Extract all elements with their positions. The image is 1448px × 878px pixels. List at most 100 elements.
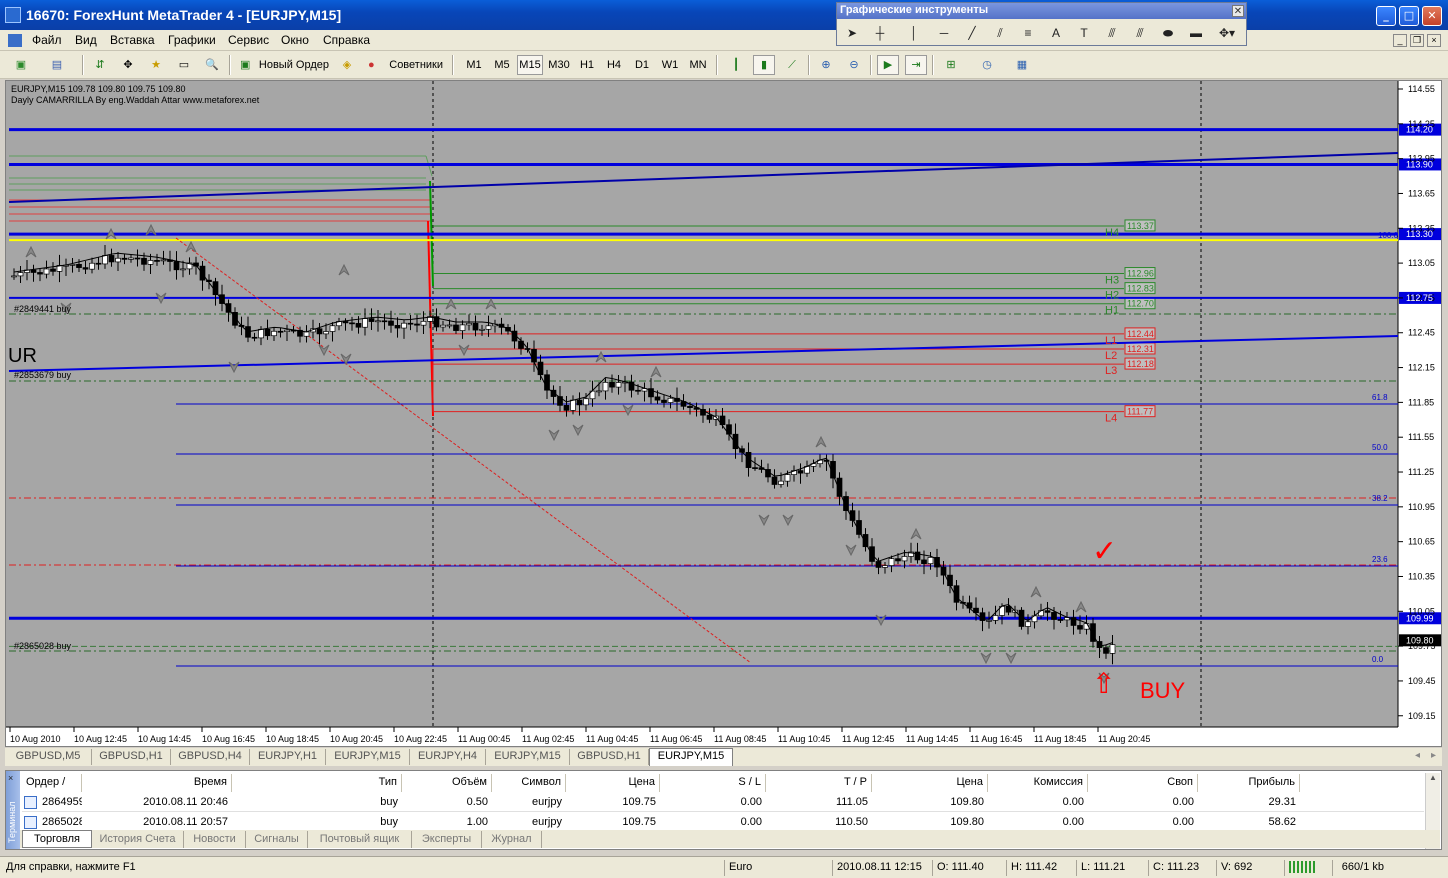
- chart-tab[interactable]: GBPUSD,M5: [5, 749, 92, 765]
- crosshair-icon[interactable]: ┼: [869, 23, 891, 43]
- channel-icon[interactable]: ⫽: [989, 23, 1011, 43]
- menu-help[interactable]: Справка: [323, 33, 370, 47]
- experts-button[interactable]: ● Советники: [364, 55, 446, 75]
- zoom-in-icon[interactable]: ⊕: [815, 55, 837, 75]
- ellipse-icon[interactable]: ⬬: [1157, 23, 1179, 43]
- maximize-button[interactable]: □: [1399, 6, 1419, 26]
- mdi-restore-button[interactable]: ❐: [1410, 34, 1424, 47]
- menu-charts[interactable]: Графики: [168, 33, 216, 47]
- fibo-fan-icon[interactable]: ⫻: [1101, 23, 1123, 43]
- close-button[interactable]: ✕: [1422, 6, 1442, 26]
- chart-tab[interactable]: EURJPY,M15: [486, 749, 570, 765]
- cursor-icon[interactable]: ➤: [841, 23, 863, 43]
- tab-signals[interactable]: Сигналы: [246, 831, 308, 848]
- column-header[interactable]: Прибыль: [1198, 774, 1300, 792]
- profiles-icon[interactable]: ▤: [46, 55, 68, 75]
- candle-bear: [895, 558, 901, 562]
- column-header[interactable]: Цена: [566, 774, 660, 792]
- column-header[interactable]: T / P: [766, 774, 872, 792]
- text-icon[interactable]: A: [1045, 23, 1067, 43]
- market-watch-icon[interactable]: ⇵: [89, 55, 111, 75]
- menu-view[interactable]: Вид: [75, 33, 97, 47]
- column-header[interactable]: Ордер /: [22, 774, 82, 792]
- candlestick-icon[interactable]: ▮: [753, 55, 775, 75]
- chart-tab-active[interactable]: EURJPY,M15: [649, 748, 733, 766]
- tab-experts[interactable]: Эксперты: [412, 831, 482, 848]
- chart-tab[interactable]: EURJPY,H4: [410, 749, 486, 765]
- timeframe-m15[interactable]: M15: [517, 55, 543, 75]
- candle-bull: [459, 324, 466, 331]
- bar-chart-icon[interactable]: ┃: [725, 55, 747, 75]
- menu-tools[interactable]: Сервис: [228, 33, 269, 47]
- column-header[interactable]: Своп: [1088, 774, 1198, 792]
- vertical-line-icon[interactable]: │: [903, 23, 925, 43]
- tab-account-history[interactable]: История Счета: [92, 831, 184, 848]
- chart-tab[interactable]: EURJPY,M15: [326, 749, 410, 765]
- column-header[interactable]: Комиссия: [988, 774, 1088, 792]
- column-header[interactable]: Цена: [872, 774, 988, 792]
- menu-window[interactable]: Окно: [281, 33, 309, 47]
- autoscroll-icon[interactable]: ▶: [877, 55, 899, 75]
- fib-level-label: 23.6: [1372, 555, 1388, 564]
- metaeditor-icon[interactable]: ◈: [336, 55, 358, 75]
- tab-journal[interactable]: Журнал: [482, 831, 542, 848]
- arrows-dropdown-icon[interactable]: ✥▾: [1213, 23, 1241, 43]
- chart-tab[interactable]: GBPUSD,H1: [570, 749, 649, 765]
- zoom-out-icon[interactable]: ⊖: [843, 55, 865, 75]
- terminal-close-icon[interactable]: ×: [8, 773, 13, 783]
- timeframe-m5[interactable]: M5: [490, 55, 514, 75]
- price-chart[interactable]: 114.55 114.25 113.95 113.65 113.35 113.05 112.…: [5, 80, 1442, 747]
- tab-mailbox[interactable]: Почтовый ящик: [308, 831, 412, 848]
- menu-insert[interactable]: Вставка: [110, 33, 155, 47]
- templates-icon[interactable]: ▦: [1011, 55, 1033, 75]
- timeframe-m1[interactable]: M1: [462, 55, 486, 75]
- price-axis-label: 109.45: [1408, 676, 1436, 686]
- column-header[interactable]: S / L: [660, 774, 766, 792]
- scroll-up-icon[interactable]: ▲: [1426, 773, 1440, 782]
- graphic-tools-close-icon[interactable]: ✕: [1232, 5, 1244, 17]
- candle-bear: [661, 399, 667, 403]
- chart-tab[interactable]: GBPUSD,H4: [171, 749, 250, 765]
- line-chart-icon[interactable]: ⟋: [781, 55, 803, 75]
- trendline-icon[interactable]: ╱: [961, 23, 983, 43]
- timeframe-w1[interactable]: W1: [658, 55, 682, 75]
- column-header[interactable]: Символ: [492, 774, 566, 792]
- minimize-button[interactable]: _: [1376, 6, 1396, 26]
- navigator-icon[interactable]: ★: [145, 55, 167, 75]
- column-header[interactable]: Объём: [402, 774, 492, 792]
- fibo-arcs-icon[interactable]: ⫻: [1129, 23, 1151, 43]
- terminal-icon[interactable]: ▭: [173, 55, 195, 75]
- chart-canvas[interactable]: 114.55114.25113.95113.65113.35113.05112.…: [6, 81, 1441, 746]
- tab-scroll-right-icon[interactable]: ▸: [1431, 750, 1436, 761]
- timeframe-h1[interactable]: H1: [575, 55, 599, 75]
- text-label-icon[interactable]: T: [1073, 23, 1095, 43]
- timeframe-h4[interactable]: H4: [602, 55, 626, 75]
- indicators-icon[interactable]: ⊞: [940, 55, 962, 75]
- tab-trade[interactable]: Торговля: [22, 830, 92, 848]
- tab-scroll-left-icon[interactable]: ◂: [1415, 750, 1420, 761]
- column-header[interactable]: Тип: [232, 774, 402, 792]
- fibonacci-icon[interactable]: ≡: [1017, 23, 1039, 43]
- chart-tab[interactable]: EURJPY,H1: [250, 749, 326, 765]
- chart-shift-icon[interactable]: ⇥: [905, 55, 927, 75]
- tab-news[interactable]: Новости: [184, 831, 246, 848]
- chart-tab[interactable]: GBPUSD,H1: [92, 749, 171, 765]
- main-toolbar: ▣ ▤ ⇵ ✥ ★ ▭ 🔍 ▣ Новый Ордер ◈ ● Советники …: [0, 51, 1448, 79]
- price-axis-label: 109.15: [1408, 711, 1436, 721]
- candle-bull: [323, 331, 329, 335]
- rectangle-icon[interactable]: ▬: [1185, 23, 1207, 43]
- new-chart-icon[interactable]: ▣: [10, 55, 32, 75]
- new-order-button[interactable]: ▣ Новый Ордер: [236, 55, 332, 75]
- menu-file[interactable]: Файл: [32, 33, 62, 47]
- mdi-close-button[interactable]: ×: [1427, 34, 1441, 47]
- timeframe-m30[interactable]: M30: [546, 55, 572, 75]
- horizontal-line-icon[interactable]: ─: [933, 23, 955, 43]
- data-window-icon[interactable]: ✥: [117, 55, 139, 75]
- periods-icon[interactable]: ◷: [976, 55, 998, 75]
- timeframe-mn[interactable]: MN: [686, 55, 710, 75]
- tester-icon[interactable]: 🔍: [201, 55, 223, 75]
- column-header[interactable]: Время: [82, 774, 232, 792]
- candle-bear: [771, 476, 778, 485]
- mdi-minimize-button[interactable]: _: [1393, 34, 1407, 47]
- timeframe-d1[interactable]: D1: [630, 55, 654, 75]
